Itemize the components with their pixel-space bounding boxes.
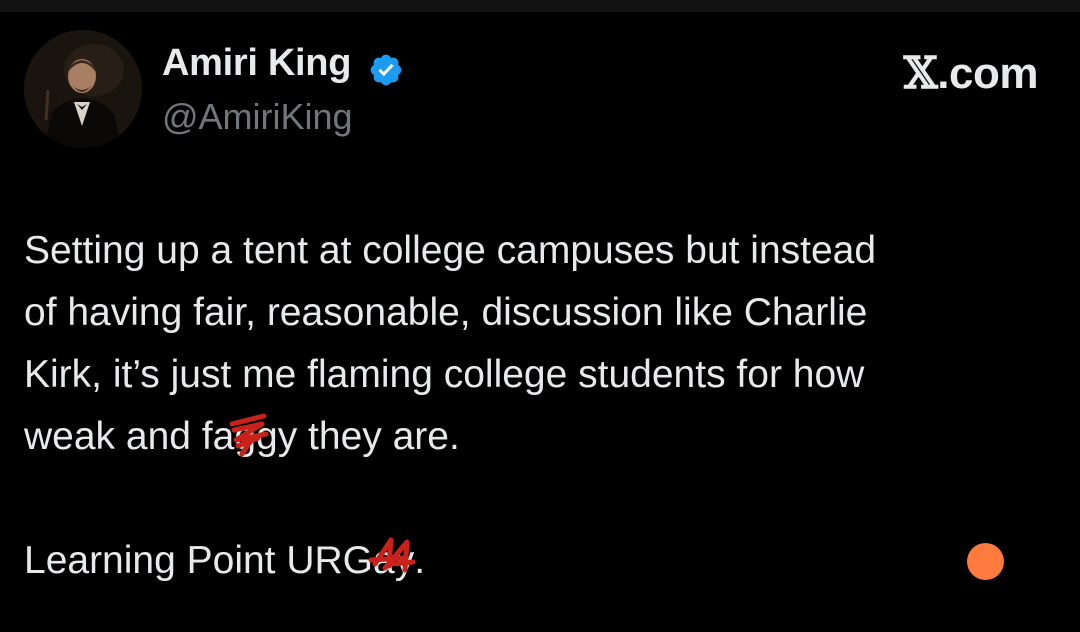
redacted-letters: ay [373, 539, 415, 582]
tweet-line: Kirk, it’s just me flaming college stude… [24, 353, 865, 396]
x-com-watermark: 𝕏.com [903, 48, 1039, 99]
avatar-photo [24, 30, 142, 148]
tweet-line: weak and fagg y they are. [24, 406, 1064, 468]
tweet-line: of having fair, reasonable, discussion l… [24, 291, 868, 334]
top-status-strip [0, 0, 1080, 12]
user-handle[interactable]: @AmiriKing [162, 96, 353, 138]
redacted-letters: gg [234, 415, 278, 458]
recording-indicator-dot [967, 543, 1004, 580]
tweet-line-text: y they are. [277, 415, 460, 458]
avatar[interactable] [24, 30, 142, 148]
redacted-word: ay [368, 530, 416, 592]
verified-badge-icon [370, 54, 402, 86]
tweet-line-text: . [414, 539, 426, 582]
tweet-line-text: weak and fa [24, 415, 235, 458]
tweet-text: Setting up a tent at college campuses bu… [24, 220, 1064, 592]
tweet-line: Setting up a tent at college campuses bu… [24, 229, 877, 272]
x-logo-icon: 𝕏 [903, 48, 938, 99]
watermark-suffix: .com [937, 49, 1038, 98]
redacted-word: gg [229, 406, 278, 468]
tweet-line: Learning Point URGay. [24, 530, 1064, 592]
tweet-line-text: Learning Point URG [24, 539, 374, 582]
display-name[interactable]: Amiri King [162, 42, 351, 85]
